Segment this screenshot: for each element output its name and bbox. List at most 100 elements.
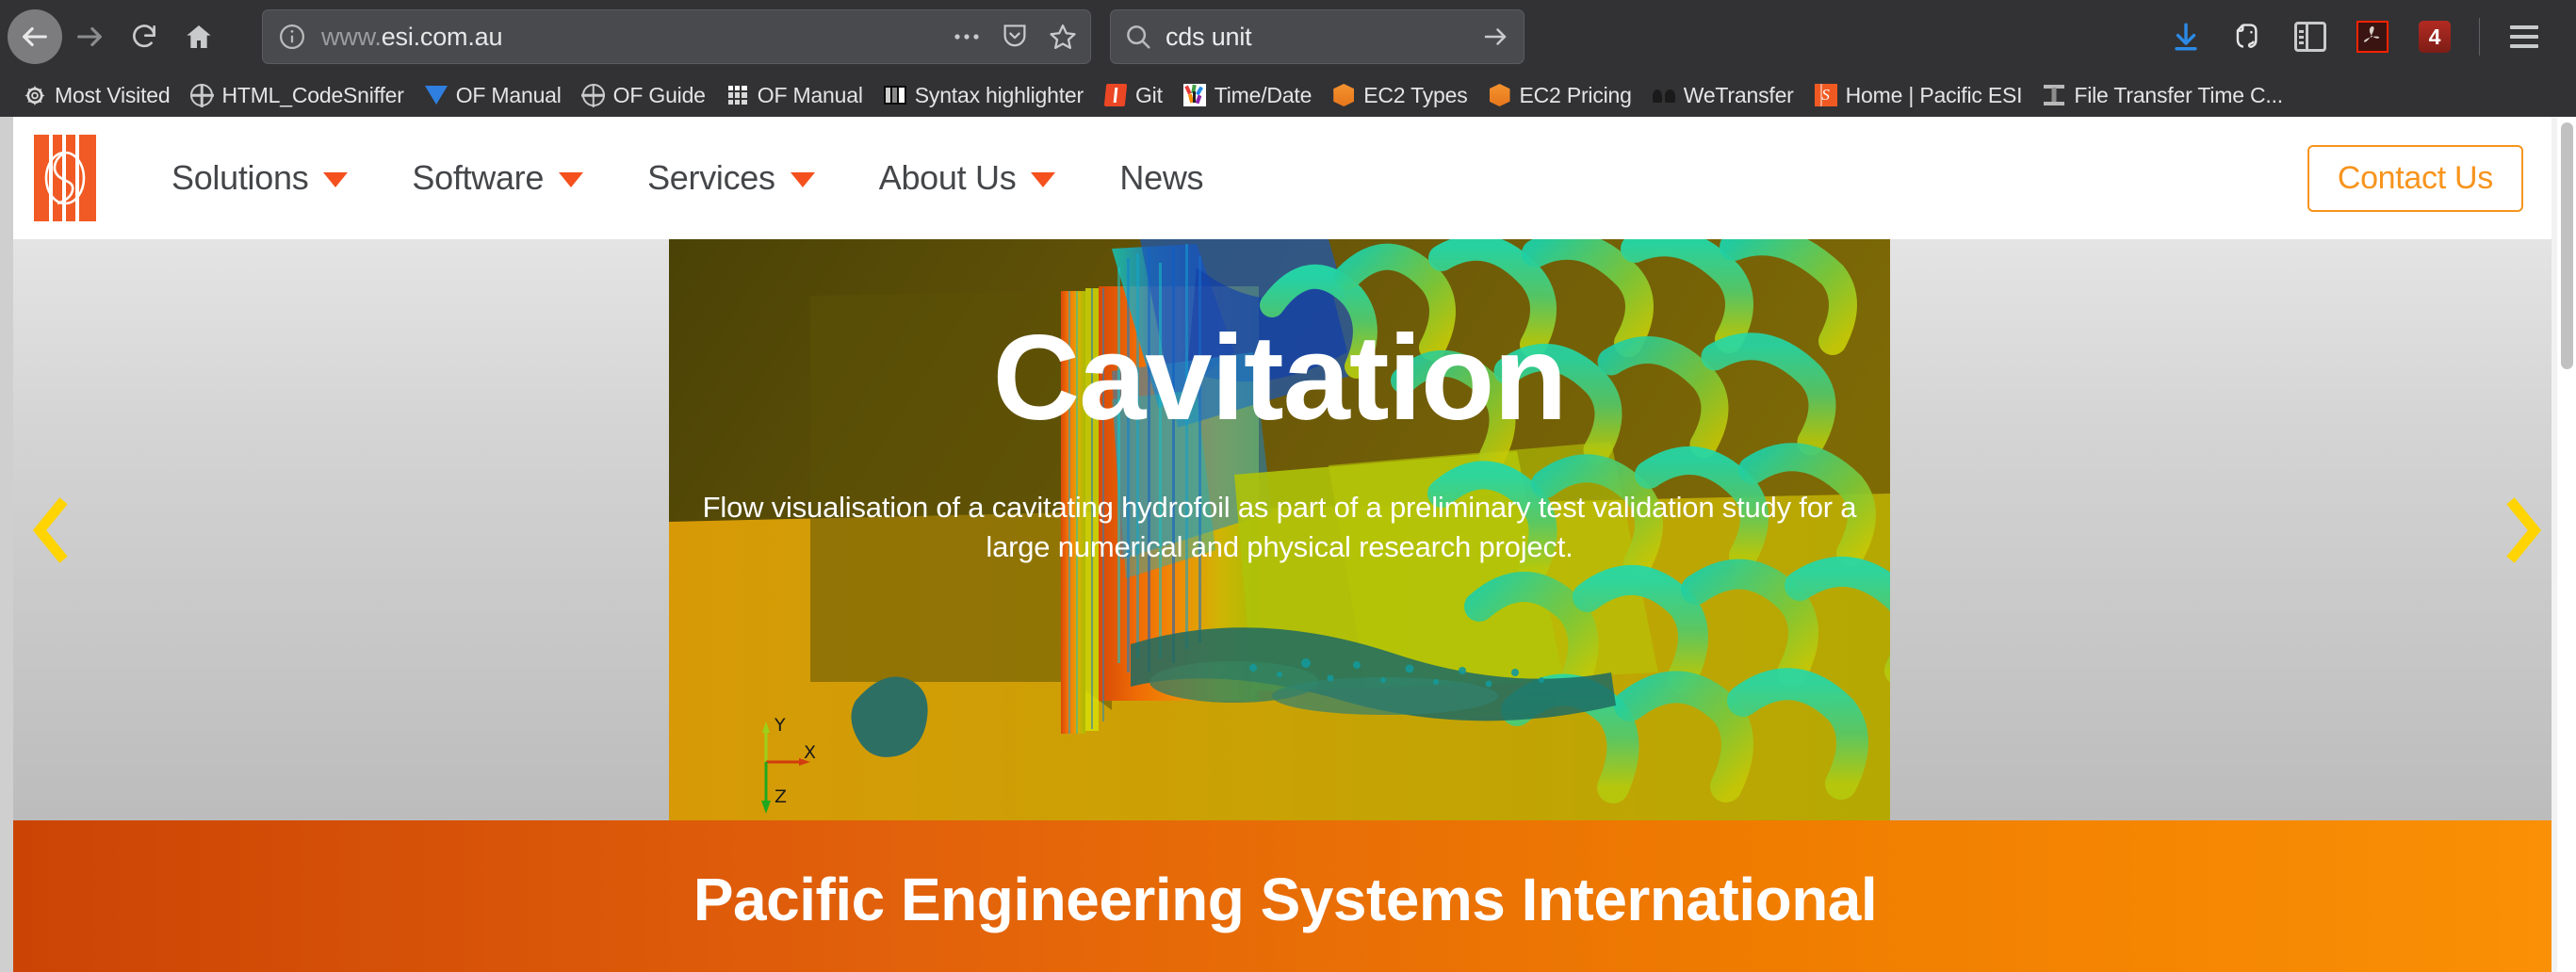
reload-icon <box>133 24 155 48</box>
bookmark-label: OF Guide <box>612 82 706 107</box>
url-text: www.esi.com.au <box>321 23 502 52</box>
pocket-icon[interactable] <box>1002 23 1028 51</box>
dot-grid-icon <box>726 84 749 106</box>
bookmark-label: Syntax highlighter <box>914 82 1084 107</box>
bookmark-label: HTML_CodeSniffer <box>221 82 404 107</box>
main-navigation: Solutions Software Services About Us New… <box>139 158 1235 198</box>
chevron-down-icon <box>323 172 349 187</box>
bookmark-label: File Transfer Time C... <box>2074 82 2283 107</box>
bookmark-label: OF Manual <box>757 82 863 107</box>
chevron-down-icon <box>790 172 815 187</box>
wetransfer-icon <box>1652 84 1675 106</box>
star-icon[interactable] <box>1049 23 1077 51</box>
chevron-down-icon <box>559 172 584 187</box>
bookmarks-bar: Most Visited HTML_CodeSniffer OF Manual … <box>0 73 2576 117</box>
nav-item-about-us[interactable]: About Us <box>847 158 1088 198</box>
bookmark-home-pacific-esi[interactable]: S Home | Pacific ESI <box>1804 79 2033 112</box>
bookmark-wetransfer[interactable]: WeTransfer <box>1642 79 1804 112</box>
bookmark-of-manual-2[interactable]: OF Manual <box>716 79 873 112</box>
syntax-bars-icon <box>883 84 906 106</box>
sidebar-toggle-button[interactable] <box>2279 9 2341 64</box>
chevron-left-icon <box>32 496 68 563</box>
search-bar[interactable]: cds unit <box>1110 9 1524 64</box>
adobe-pdf-button[interactable] <box>2341 9 2404 64</box>
nav-label: News <box>1119 158 1204 197</box>
bookmark-git[interactable]: Git <box>1094 79 1173 112</box>
page-scrollbar-thumb[interactable] <box>2561 122 2573 369</box>
svg-text:Y: Y <box>774 715 786 736</box>
contact-us-button[interactable]: Contact Us <box>2307 144 2523 212</box>
downloads-button[interactable] <box>2155 9 2217 64</box>
info-icon[interactable] <box>278 23 306 51</box>
bookmark-ec2-types[interactable]: EC2 Types <box>1322 79 1477 112</box>
bookmark-label: Most Visited <box>55 82 171 107</box>
nav-item-software[interactable]: Software <box>380 158 615 198</box>
globe-icon <box>581 84 605 106</box>
esi-swirl-icon <box>44 151 86 205</box>
gear-icon <box>24 84 46 106</box>
browser-navigation-toolbar: www.esi.com.au cds unit 4 <box>0 0 2576 73</box>
time-date-icon <box>1182 84 1206 106</box>
browser-chrome: www.esi.com.au cds unit 4 Most Visited H… <box>0 0 2576 117</box>
nav-item-news[interactable]: News <box>1087 158 1235 198</box>
esi-logo[interactable] <box>34 135 96 221</box>
svg-text:X: X <box>804 742 816 763</box>
orange-banner: Pacific Engineering Systems Internationa… <box>13 820 2557 972</box>
aws-ec2-cube-icon <box>1489 84 1511 106</box>
carousel-prev-button[interactable] <box>28 495 73 565</box>
page-scrollbar[interactable] <box>2557 117 2576 972</box>
hero-carousel: Y X Z Cavitation Flow visualisation of a… <box>13 239 2557 820</box>
adobe-acrobat-icon <box>2356 21 2389 53</box>
evernote-button[interactable] <box>2217 9 2279 64</box>
bookmark-syntax-highlighter[interactable]: Syntax highlighter <box>873 79 1094 112</box>
nav-item-solutions[interactable]: Solutions <box>139 158 380 198</box>
hero-image-cavitation: Y X Z <box>669 239 1890 820</box>
toolbar-divider <box>2479 18 2480 56</box>
notification-count-badge: 4 <box>2419 21 2451 53</box>
bookmark-label: Home | Pacific ESI <box>1845 82 2023 107</box>
bookmark-time-date[interactable]: Time/Date <box>1173 79 1322 112</box>
back-arrow-icon <box>23 26 47 47</box>
search-input[interactable]: cds unit <box>1166 23 1467 52</box>
bookmark-label: EC2 Pricing <box>1519 82 1632 107</box>
browser-toolbar-right: 4 <box>2155 9 2555 64</box>
bookmark-ec2-pricing[interactable]: EC2 Pricing <box>1478 79 1642 112</box>
cfd-visualization-graphic: Y X Z <box>669 239 1890 820</box>
hamburger-menu-icon <box>2510 25 2538 48</box>
evernote-elephant-icon <box>2236 24 2258 48</box>
sidebar-panel-icon <box>2294 22 2326 52</box>
bookmark-file-transfer-time[interactable]: File Transfer Time C... <box>2032 79 2293 112</box>
nav-item-services[interactable]: Services <box>615 158 847 198</box>
search-go-arrow-icon[interactable] <box>1480 23 1510 51</box>
carousel-next-button[interactable] <box>2501 495 2546 565</box>
forward-button[interactable] <box>62 9 117 64</box>
svg-text:Z: Z <box>774 786 787 807</box>
bookmark-of-manual-1[interactable]: OF Manual <box>415 79 572 112</box>
bookmark-most-visited[interactable]: Most Visited <box>13 79 180 112</box>
app-menu-button[interactable] <box>2493 9 2555 64</box>
ellipsis-icon[interactable] <box>953 32 981 41</box>
bookmark-html-codesniffer[interactable]: HTML_CodeSniffer <box>180 79 414 112</box>
url-bar[interactable]: www.esi.com.au <box>262 9 1091 64</box>
blue-triangle-icon <box>424 84 448 106</box>
bookmark-label: WeTransfer <box>1683 82 1794 107</box>
bookmark-label: OF Manual <box>455 82 562 107</box>
search-icon <box>1127 25 1150 49</box>
page-viewport: Solutions Software Services About Us New… <box>0 117 2576 972</box>
home-icon <box>187 25 211 48</box>
aws-ec2-cube-icon <box>1332 84 1355 106</box>
nav-label: About Us <box>878 158 1017 197</box>
bookmark-of-guide[interactable]: OF Guide <box>572 79 716 112</box>
forward-arrow-icon <box>77 26 102 47</box>
chevron-right-icon <box>2506 496 2542 563</box>
notification-badge-button[interactable]: 4 <box>2404 9 2466 64</box>
back-button[interactable] <box>8 9 62 64</box>
url-bar-actions <box>953 10 1077 63</box>
reload-button[interactable] <box>117 9 171 64</box>
bookmark-label: EC2 Types <box>1363 82 1468 107</box>
beam-icon <box>2043 84 2065 106</box>
home-button[interactable] <box>171 9 226 64</box>
bookmark-label: Time/Date <box>1214 82 1312 107</box>
acrobat-glyph <box>2363 26 2380 42</box>
esi-logo-icon: S <box>1814 84 1837 106</box>
